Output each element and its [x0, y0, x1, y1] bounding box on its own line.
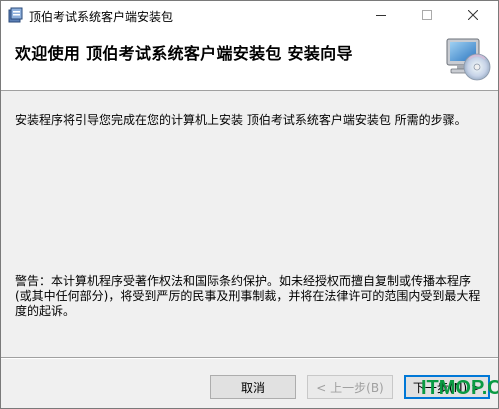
next-button[interactable]: 下一步(N) > [404, 375, 490, 399]
title-bar[interactable]: 顶伯考试系统客户端安装包 [1, 1, 498, 29]
minimize-icon [376, 15, 386, 16]
minimize-button[interactable] [358, 1, 404, 29]
copyright-warning: 警告：本计算机程序受著作权法和国际条约保护。如未经授权而擅自复制或传播本程序(或… [15, 274, 481, 318]
back-button[interactable]: < 上一步(B) [307, 375, 393, 399]
window-title: 顶伯考试系统客户端安装包 [29, 10, 174, 24]
close-icon [468, 10, 478, 20]
intro-text: 安装程序将引导您完成在您的计算机上安装 顶伯考试系统客户端安装包 所需的步骤。 [15, 113, 467, 127]
maximize-icon [422, 10, 432, 20]
computer-cd-icon [446, 38, 491, 81]
close-button[interactable] [450, 1, 496, 29]
wizard-header: 欢迎使用 顶伯考试系统客户端安装包 安装向导 [1, 29, 498, 91]
installer-app-icon [8, 7, 23, 23]
wizard-heading: 欢迎使用 顶伯考试系统客户端安装包 安装向导 [15, 44, 353, 63]
cancel-button[interactable]: 取消 [210, 375, 296, 399]
maximize-button[interactable] [404, 1, 450, 29]
footer-divider-highlight [1, 358, 498, 359]
installer-window: 顶伯考试系统客户端安装包 欢迎使用 顶伯考试系统客户端安装包 安装向导 安装程序… [0, 0, 499, 409]
